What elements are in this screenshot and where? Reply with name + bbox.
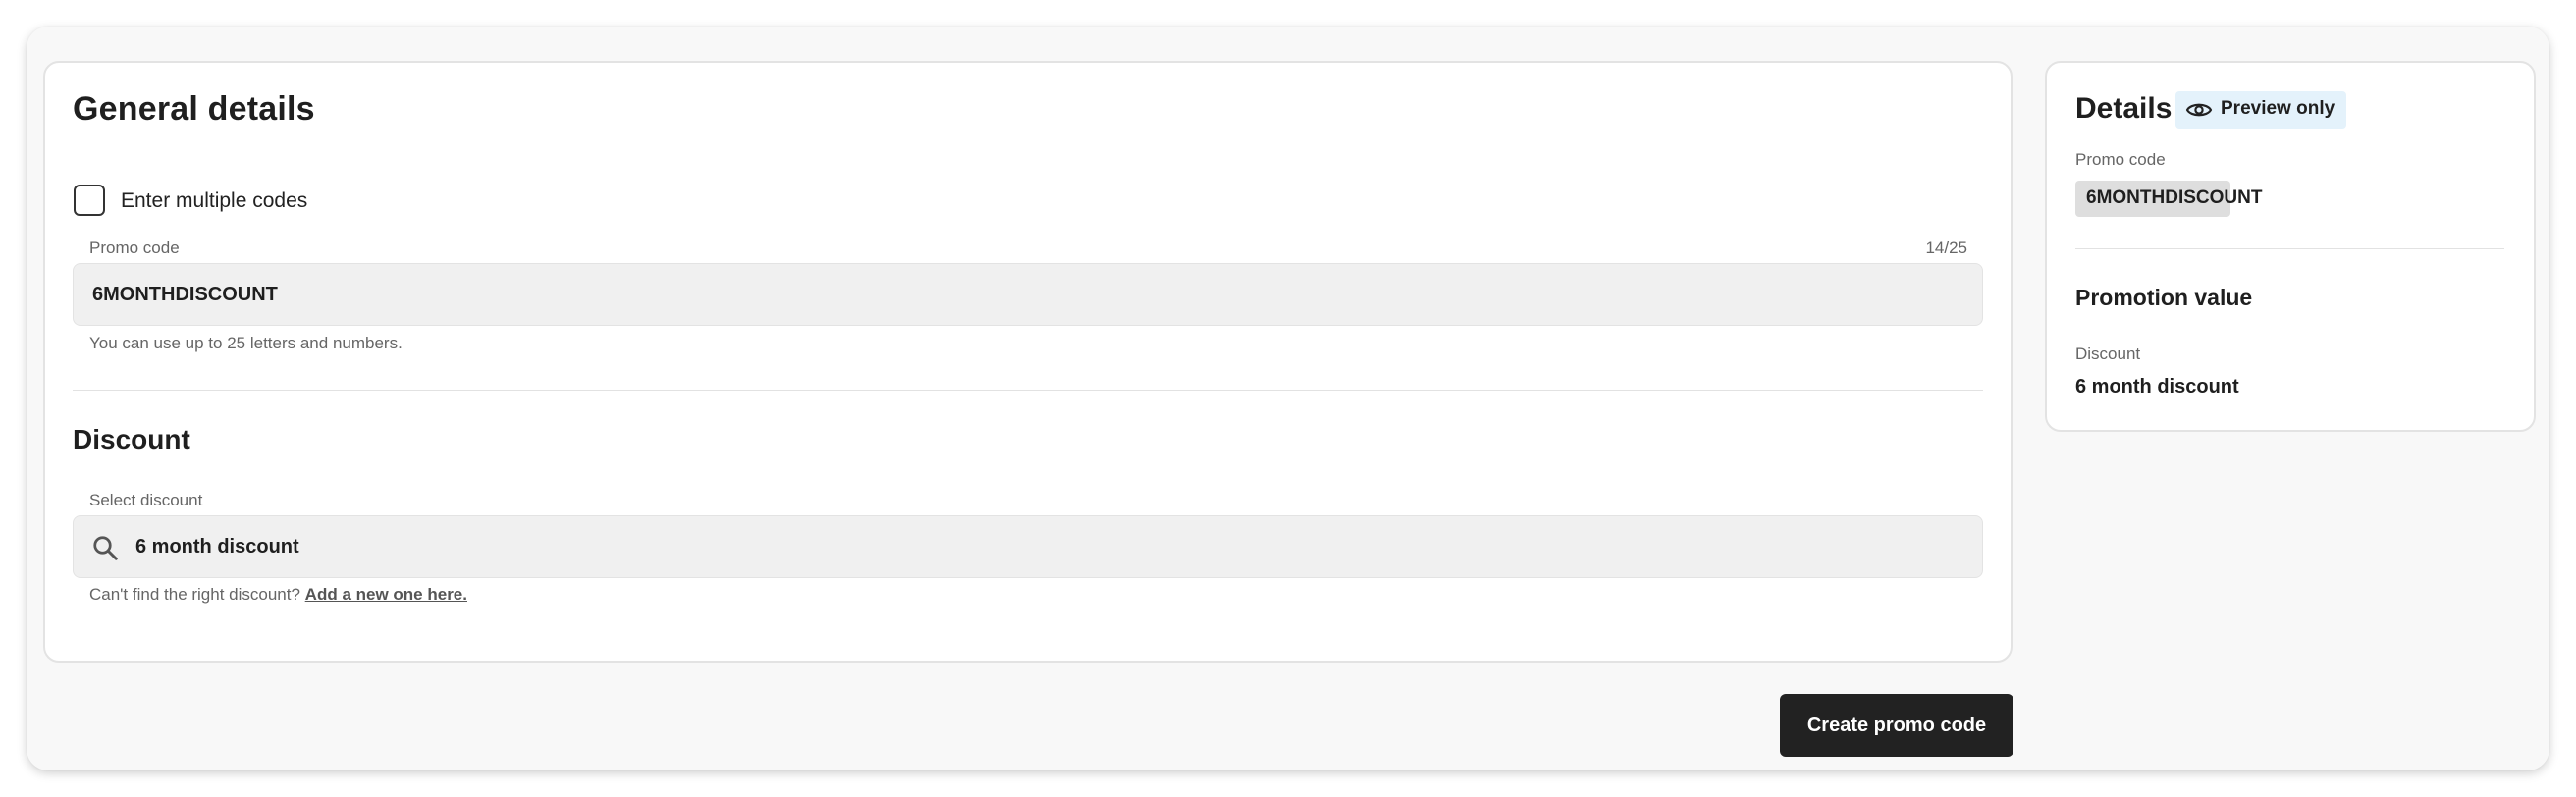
discount-search-input[interactable] xyxy=(73,515,1983,578)
multiple-codes-checkbox[interactable] xyxy=(74,185,105,216)
details-divider xyxy=(2075,248,2504,249)
discount-helper-prefix: Can't find the right discount? xyxy=(89,585,300,604)
add-discount-link[interactable]: Add a new one here. xyxy=(305,585,467,604)
general-details-title: General details xyxy=(73,90,315,128)
discount-helper-text: Can't find the right discount? Add a new… xyxy=(89,585,467,605)
promo-code-input[interactable] xyxy=(73,263,1983,326)
multiple-codes-label[interactable]: Enter multiple codes xyxy=(121,189,307,213)
promo-code-helper-text: You can use up to 25 letters and numbers… xyxy=(89,334,402,352)
preview-only-label: Preview only xyxy=(2221,98,2335,119)
create-promo-code-button[interactable]: Create promo code xyxy=(1780,694,2013,757)
promo-code-chip-text: 6MONTHDISCOUNT xyxy=(2086,187,2263,208)
promotion-value-title: Promotion value xyxy=(2075,285,2253,310)
eye-icon xyxy=(2185,103,2213,117)
details-promo-code-label: Promo code xyxy=(2075,150,2166,169)
discount-title: Discount xyxy=(73,424,190,454)
details-discount-label: Discount xyxy=(2075,345,2141,363)
select-discount-label: Select discount xyxy=(89,491,203,509)
section-divider xyxy=(73,390,1983,391)
details-title: Details xyxy=(2075,92,2173,125)
search-icon xyxy=(93,536,118,560)
details-discount-value: 6 month discount xyxy=(2075,376,2239,398)
promo-code-char-count: 14/25 xyxy=(1925,239,1967,257)
promo-code-label: Promo code xyxy=(89,239,180,257)
